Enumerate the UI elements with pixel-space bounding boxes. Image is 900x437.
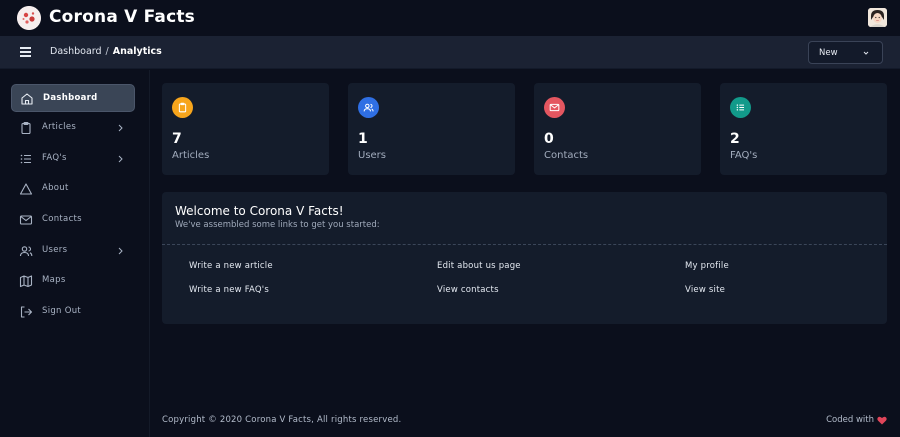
sidebar-item-label: Sign Out <box>42 306 82 316</box>
list-icon <box>730 97 751 118</box>
sidebar-item-label: FAQ's <box>42 153 67 163</box>
clipboard-icon <box>172 97 193 118</box>
welcome-panel: Welcome to Corona V Facts! We've assembl… <box>162 192 887 324</box>
coded-with-text: Coded with <box>826 415 874 425</box>
sidebar-item-label: Dashboard <box>43 93 98 103</box>
footer-copyright: Copyright © 2020 Corona V Facts, All rig… <box>162 415 402 425</box>
triangle-icon <box>19 183 33 195</box>
link-view-contacts[interactable]: View contacts <box>437 285 499 295</box>
sidebar-item-maps[interactable]: Maps <box>11 267 135 295</box>
heart-icon <box>877 416 887 424</box>
link-my-profile[interactable]: My profile <box>685 261 729 271</box>
map-icon <box>19 275 33 288</box>
footer-coded-with: Coded with <box>826 415 887 425</box>
home-icon <box>21 93 33 105</box>
welcome-title: Welcome to Corona V Facts! <box>175 204 344 218</box>
stat-card-contacts[interactable]: 0 Contacts <box>534 83 701 175</box>
divider <box>162 244 887 245</box>
sidebar-item-articles[interactable]: Articles <box>11 114 135 142</box>
clipboard-icon <box>21 122 31 135</box>
sidebar-item-label: About <box>42 183 69 193</box>
new-dropdown-value: New <box>819 47 838 58</box>
chevron-right-icon <box>118 124 123 132</box>
link-write-new-faq[interactable]: Write a new FAQ's <box>189 285 269 295</box>
breadcrumb-dashboard[interactable]: Dashboard <box>50 46 102 57</box>
breadcrumb-separator: / <box>105 46 109 57</box>
sidebar-item-faqs[interactable]: FAQ's <box>11 145 135 173</box>
sidebar-item-dashboard[interactable]: Dashboard <box>11 84 135 112</box>
stat-count: 7 <box>172 131 182 147</box>
sidebar-item-users[interactable]: Users <box>11 237 135 265</box>
stat-card-faqs[interactable]: 2 FAQ's <box>720 83 887 175</box>
new-dropdown[interactable]: New <box>808 41 883 64</box>
link-write-new-article[interactable]: Write a new article <box>189 261 273 271</box>
stat-card-articles[interactable]: 7 Articles <box>162 83 329 175</box>
sidebar: Dashboard Articles FAQ's About Contacts … <box>0 70 150 437</box>
breadcrumb-current: Analytics <box>112 46 162 57</box>
chevron-right-icon <box>118 247 123 255</box>
sidebar-item-label: Maps <box>42 275 66 285</box>
stat-label: FAQ's <box>730 150 758 161</box>
sidebar-item-label: Articles <box>42 122 77 132</box>
user-avatar[interactable] <box>868 8 887 27</box>
hamburger-menu-icon[interactable] <box>18 45 34 59</box>
sub-header-bar: Dashboard / Analytics New <box>0 36 900 69</box>
stat-count: 0 <box>544 131 554 147</box>
breadcrumb: Dashboard / Analytics <box>50 46 162 57</box>
sidebar-item-sign-out[interactable]: Sign Out <box>11 298 135 326</box>
link-view-site[interactable]: View site <box>685 285 725 295</box>
list-icon <box>20 154 31 164</box>
sidebar-item-about[interactable]: About <box>11 175 135 203</box>
top-bar: Corona V Facts <box>0 0 900 36</box>
welcome-subtitle: We've assembled some links to get you st… <box>175 220 380 230</box>
chevron-down-icon <box>863 51 869 55</box>
users-icon <box>19 246 33 257</box>
app-title[interactable]: Corona V Facts <box>49 7 195 27</box>
sidebar-item-label: Contacts <box>42 214 82 224</box>
stat-card-users[interactable]: 1 Users <box>348 83 515 175</box>
mail-icon <box>544 97 565 118</box>
stat-label: Users <box>358 150 387 161</box>
virus-logo-icon[interactable] <box>17 6 41 30</box>
stat-label: Contacts <box>544 150 589 161</box>
sidebar-item-contacts[interactable]: Contacts <box>11 206 135 234</box>
users-icon <box>358 97 379 118</box>
mail-icon <box>19 215 33 225</box>
stat-count: 2 <box>730 131 740 147</box>
chevron-right-icon <box>118 155 123 163</box>
stat-label: Articles <box>172 150 210 161</box>
sign-out-icon <box>20 306 33 318</box>
stat-count: 1 <box>358 131 368 147</box>
sidebar-item-label: Users <box>42 245 68 255</box>
link-edit-about-us[interactable]: Edit about us page <box>437 261 521 271</box>
